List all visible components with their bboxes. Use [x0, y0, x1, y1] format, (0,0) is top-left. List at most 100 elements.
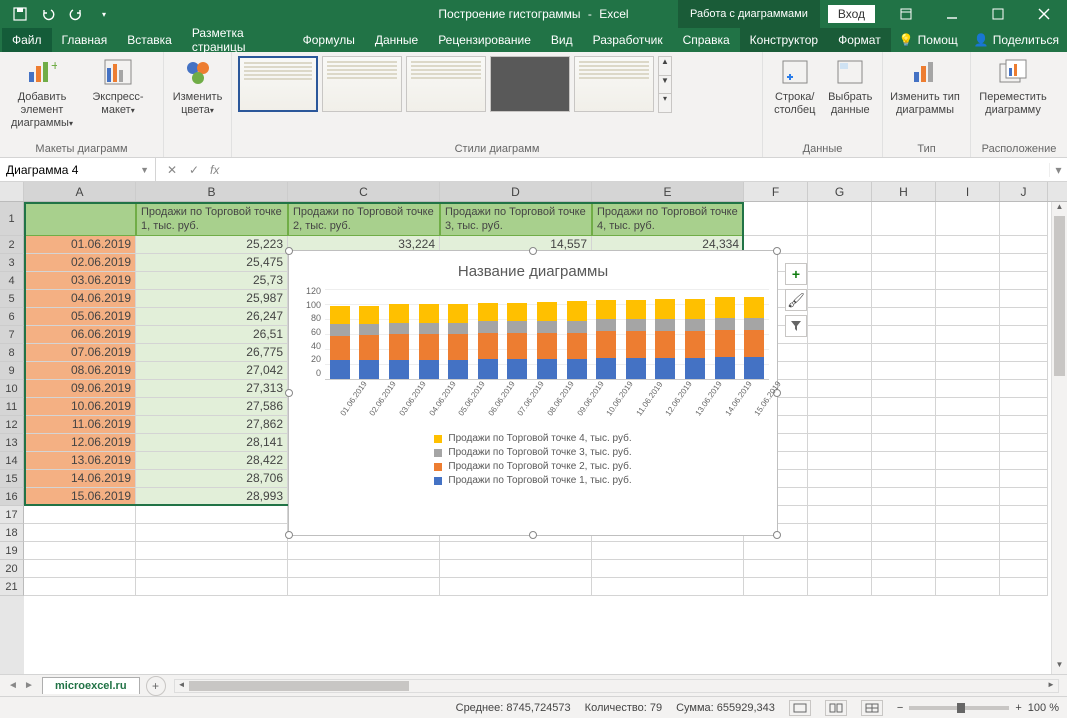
cell-I14[interactable] [936, 452, 1000, 470]
cell-J20[interactable] [1000, 560, 1048, 578]
cell-J6[interactable] [1000, 308, 1048, 326]
gallery-down[interactable]: ▼ [658, 75, 672, 95]
cell-J13[interactable] [1000, 434, 1048, 452]
cell-A3[interactable]: 02.06.2019 [24, 254, 136, 272]
cell-I4[interactable] [936, 272, 1000, 290]
move-chart-button[interactable]: Переместить диаграмму [977, 56, 1049, 117]
cancel-formula-icon[interactable]: ✕ [162, 163, 182, 177]
cell-B10[interactable]: 27,313 [136, 380, 288, 398]
column-headers[interactable]: ABCDEFGHIJ [0, 182, 1067, 202]
formula-expand[interactable]: ▾ [1049, 163, 1067, 177]
cell-B20[interactable] [136, 560, 288, 578]
cell-A19[interactable] [24, 542, 136, 560]
cell-I12[interactable] [936, 416, 1000, 434]
zoom-in-button[interactable]: + [1015, 702, 1021, 714]
chart-elements-button[interactable]: + [785, 263, 807, 285]
cell-G16[interactable] [808, 488, 872, 506]
cell-I13[interactable] [936, 434, 1000, 452]
change-colors-button[interactable]: Изменить цвета▾ [170, 56, 225, 117]
cell-I16[interactable] [936, 488, 1000, 506]
row-header-14[interactable]: 14 [0, 452, 24, 470]
row-header-18[interactable]: 18 [0, 524, 24, 542]
cell-J15[interactable] [1000, 470, 1048, 488]
cell-H3[interactable] [872, 254, 936, 272]
cell-H2[interactable] [872, 236, 936, 254]
cell-B8[interactable]: 26,775 [136, 344, 288, 362]
chart-styles-button[interactable]: 🖌 [785, 289, 807, 311]
cell-I10[interactable] [936, 380, 1000, 398]
cell-H4[interactable] [872, 272, 936, 290]
close-button[interactable] [1021, 0, 1067, 28]
cell-I6[interactable] [936, 308, 1000, 326]
cell-E20[interactable] [592, 560, 744, 578]
col-header-I[interactable]: I [936, 182, 1000, 201]
tab-6[interactable]: Вид [541, 28, 583, 52]
horizontal-scrollbar[interactable]: ◄► [174, 679, 1059, 693]
cell-B15[interactable]: 28,706 [136, 470, 288, 488]
cell-A15[interactable]: 14.06.2019 [24, 470, 136, 488]
cell-C1[interactable]: Продажи по Торговой точке 2, тыс. руб. [288, 202, 440, 236]
cell-I17[interactable] [936, 506, 1000, 524]
name-box[interactable]: ▼ [0, 158, 156, 182]
row-header-1[interactable]: 1 [0, 202, 24, 236]
row-header-5[interactable]: 5 [0, 290, 24, 308]
cell-I3[interactable] [936, 254, 1000, 272]
cell-A1[interactable] [24, 202, 136, 236]
sheet-tab[interactable]: microexcel.ru [42, 677, 140, 694]
cell-I15[interactable] [936, 470, 1000, 488]
row-header-8[interactable]: 8 [0, 344, 24, 362]
tell-me[interactable]: 💡Помощ [891, 28, 966, 52]
cell-G6[interactable] [808, 308, 872, 326]
cell-G3[interactable] [808, 254, 872, 272]
col-header-E[interactable]: E [592, 182, 744, 201]
cell-H18[interactable] [872, 524, 936, 542]
cell-J3[interactable] [1000, 254, 1048, 272]
row-header-6[interactable]: 6 [0, 308, 24, 326]
cell-A9[interactable]: 08.06.2019 [24, 362, 136, 380]
tab-0[interactable]: Главная [52, 28, 118, 52]
cell-C21[interactable] [288, 578, 440, 596]
vertical-scrollbar[interactable]: ▲ ▼ [1051, 202, 1067, 674]
formula-input[interactable] [225, 159, 1049, 181]
row-header-4[interactable]: 4 [0, 272, 24, 290]
cell-G14[interactable] [808, 452, 872, 470]
cell-A11[interactable]: 10.06.2019 [24, 398, 136, 416]
row-header-20[interactable]: 20 [0, 560, 24, 578]
row-header-11[interactable]: 11 [0, 398, 24, 416]
row-header-3[interactable]: 3 [0, 254, 24, 272]
cell-A20[interactable] [24, 560, 136, 578]
cell-C19[interactable] [288, 542, 440, 560]
cell-B18[interactable] [136, 524, 288, 542]
cell-A7[interactable]: 06.06.2019 [24, 326, 136, 344]
worksheet-grid[interactable]: ABCDEFGHIJ 12345678910111213141516171819… [0, 182, 1067, 674]
tab-2[interactable]: Разметка страницы [182, 28, 293, 52]
row-header-16[interactable]: 16 [0, 488, 24, 506]
cell-H8[interactable] [872, 344, 936, 362]
cell-F19[interactable] [744, 542, 808, 560]
fx-icon[interactable]: fx [210, 163, 219, 177]
row-header-2[interactable]: 2 [0, 236, 24, 254]
cell-H21[interactable] [872, 578, 936, 596]
chart-style-1[interactable] [238, 56, 318, 112]
col-header-J[interactable]: J [1000, 182, 1048, 201]
cell-C20[interactable] [288, 560, 440, 578]
cell-A5[interactable]: 04.06.2019 [24, 290, 136, 308]
cell-H17[interactable] [872, 506, 936, 524]
zoom-slider[interactable] [909, 706, 1009, 710]
cell-G5[interactable] [808, 290, 872, 308]
sheet-nav-first[interactable]: ◄ [6, 680, 20, 691]
cell-D19[interactable] [440, 542, 592, 560]
cell-J19[interactable] [1000, 542, 1048, 560]
cell-I20[interactable] [936, 560, 1000, 578]
cell-J10[interactable] [1000, 380, 1048, 398]
cell-H7[interactable] [872, 326, 936, 344]
zoom-level[interactable]: 100 % [1028, 702, 1059, 714]
cell-J5[interactable] [1000, 290, 1048, 308]
cell-G12[interactable] [808, 416, 872, 434]
cell-J9[interactable] [1000, 362, 1048, 380]
cell-B21[interactable] [136, 578, 288, 596]
cell-B19[interactable] [136, 542, 288, 560]
row-header-12[interactable]: 12 [0, 416, 24, 434]
cell-G13[interactable] [808, 434, 872, 452]
col-header-A[interactable]: A [24, 182, 136, 201]
